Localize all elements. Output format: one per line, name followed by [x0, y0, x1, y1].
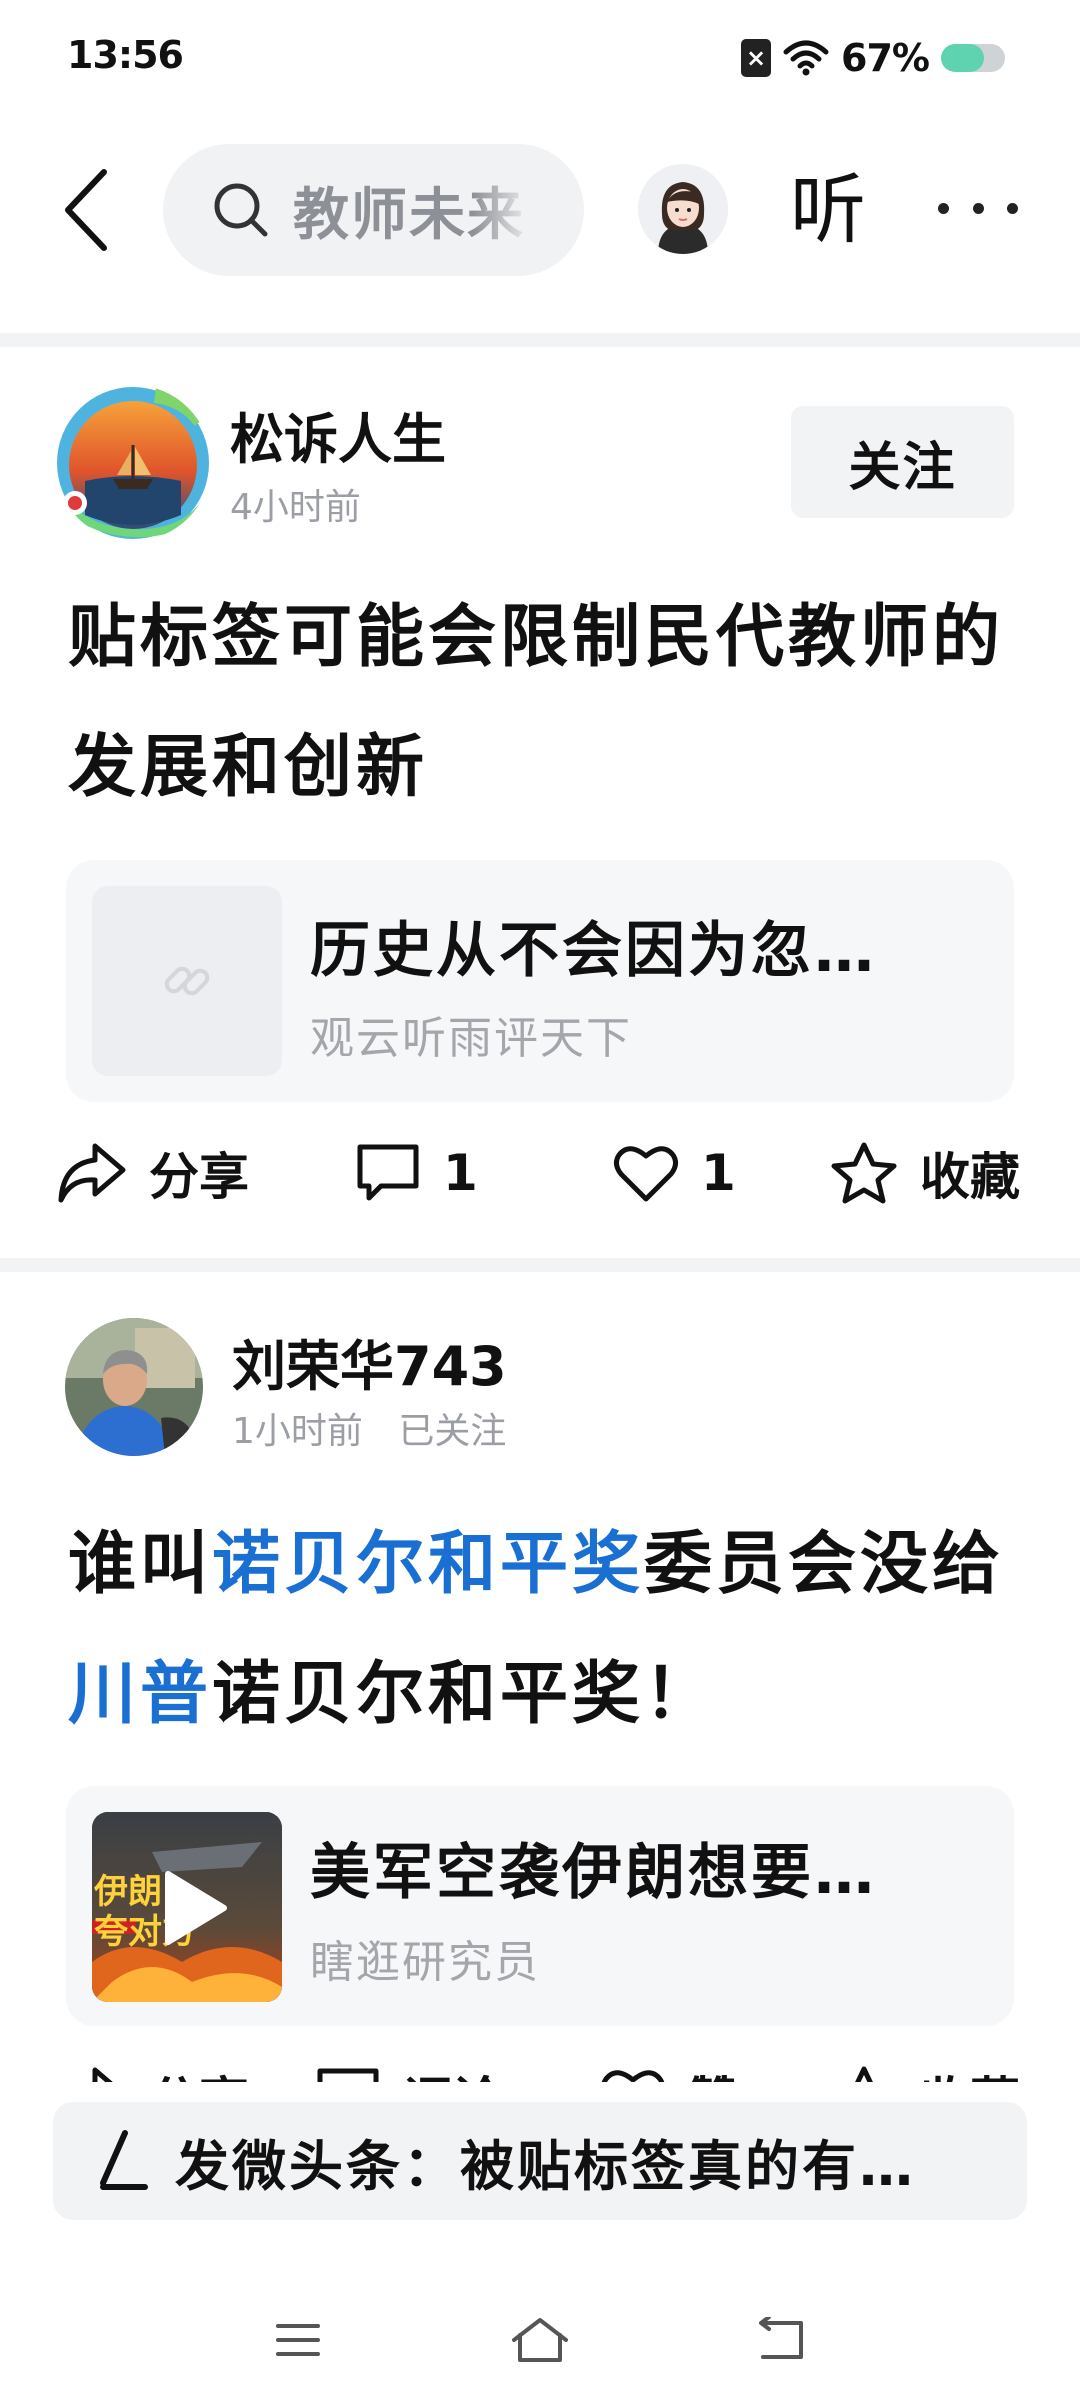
favorite-label: 收藏 — [920, 1148, 1020, 1206]
comment-count: 1 — [443, 1144, 478, 1202]
battery-percent: 67% — [841, 36, 930, 80]
status-bar: 13:56 × 67% — [0, 0, 1080, 115]
link-source: 瞎逛研究员 — [310, 1937, 540, 1988]
home-icon[interactable] — [505, 2310, 575, 2370]
share-button[interactable]: 分享 — [55, 2052, 249, 2082]
comment-label: 评论 — [403, 2061, 503, 2082]
title-text: 委员会没给 — [644, 1525, 1005, 1604]
comment-button[interactable]: 评论 — [315, 2052, 503, 2082]
like-label: 赞 — [688, 2061, 738, 2082]
status-icons: × 67% — [741, 33, 1005, 83]
compose-bar[interactable]: 发微头条：被贴标签真的有… — [53, 2102, 1027, 2220]
heart-icon — [601, 2070, 665, 2082]
link-source: 观云听雨评天下 — [310, 1013, 632, 1064]
top-nav: 教师未来 听 — [0, 140, 1080, 280]
search-query: 教师未来 — [293, 182, 525, 248]
author-name[interactable]: 松诉人生 — [230, 395, 446, 474]
comment-icon — [317, 2068, 379, 2082]
action-bar: 分享 1 1 收藏 — [0, 1128, 1080, 1218]
play-icon — [165, 1871, 227, 1945]
title-text: 诺贝尔和平奖！ — [212, 1655, 717, 1734]
more-icon[interactable] — [938, 188, 1018, 228]
back-nav-icon[interactable] — [745, 2310, 815, 2370]
comment-button[interactable]: 1 — [355, 1128, 478, 1218]
action-bar-clipped: 分享 评论 赞 收藏 — [0, 2052, 1080, 2082]
share-label: 分享 — [149, 2061, 249, 2082]
favorite-label: 收藏 — [920, 2061, 1020, 2082]
author-avatar[interactable] — [55, 385, 211, 541]
star-icon — [831, 1142, 897, 1204]
search-bar[interactable]: 教师未来 — [163, 144, 584, 276]
link-thumbnail — [92, 886, 282, 1076]
post-time: 1小时前 已关注 — [232, 1402, 506, 1454]
favorite-button[interactable]: 收藏 — [830, 1128, 1020, 1218]
post-title[interactable]: 贴标签可能会限制民代教师的发展和创新 — [68, 573, 1028, 833]
pen-icon — [100, 2130, 148, 2190]
system-nav-bar — [0, 2290, 1080, 2390]
share-button[interactable]: 分享 — [55, 1128, 249, 1218]
like-button[interactable]: 1 — [613, 1128, 736, 1218]
link-icon — [164, 966, 210, 996]
share-label: 分享 — [149, 1148, 249, 1206]
post-time: 4小时前 — [230, 487, 361, 528]
search-icon — [214, 183, 268, 237]
like-button[interactable]: 赞 — [600, 2052, 738, 2082]
share-icon — [58, 1143, 126, 1203]
link-title: 历史从不会因为忽… — [310, 916, 877, 986]
title-topic-link[interactable]: 诺贝尔和平奖 — [212, 1525, 644, 1604]
link-card[interactable]: 伊朗 夸对方 美军空袭伊朗想要… 瞎逛研究员 — [66, 1786, 1014, 2026]
post-time-text: 1小时前 — [232, 1411, 363, 1452]
divider — [0, 333, 1080, 347]
follow-status: 已关注 — [398, 1411, 507, 1452]
menu-icon[interactable] — [263, 2310, 333, 2370]
battery-icon — [941, 44, 1005, 72]
author-name[interactable]: 刘荣华743 — [232, 1322, 507, 1401]
favorite-button[interactable]: 收藏 — [830, 2052, 1020, 2082]
heart-icon — [613, 1146, 679, 1202]
back-icon[interactable] — [55, 165, 115, 255]
wifi-icon — [783, 40, 829, 76]
star-icon — [855, 2066, 873, 2082]
battery-level — [941, 44, 984, 72]
link-title: 美军空袭伊朗想要… — [310, 1838, 877, 1908]
like-count: 1 — [701, 1144, 736, 1202]
post-title[interactable]: 谁叫诺贝尔和平奖委员会没给川普诺贝尔和平奖！ — [68, 1500, 1028, 1760]
title-text: 谁叫 — [68, 1525, 213, 1604]
user-avatar[interactable] — [638, 164, 728, 254]
comment-icon — [357, 1144, 419, 1201]
compose-placeholder: 发微头条：被贴标签真的有… — [175, 2134, 916, 2198]
link-card[interactable]: 历史从不会因为忽… 观云听雨评天下 — [66, 860, 1014, 1102]
listen-button[interactable]: 听 — [790, 168, 866, 252]
divider — [0, 1258, 1080, 1272]
follow-button[interactable]: 关注 — [791, 406, 1014, 518]
title-topic-link[interactable]: 川普 — [68, 1655, 212, 1734]
video-thumbnail: 伊朗 夸对方 — [92, 1812, 282, 2002]
sim-x-icon: × — [741, 39, 772, 77]
author-avatar[interactable] — [65, 1318, 203, 1456]
share-icon — [92, 2067, 113, 2082]
status-time: 13:56 — [67, 33, 184, 77]
